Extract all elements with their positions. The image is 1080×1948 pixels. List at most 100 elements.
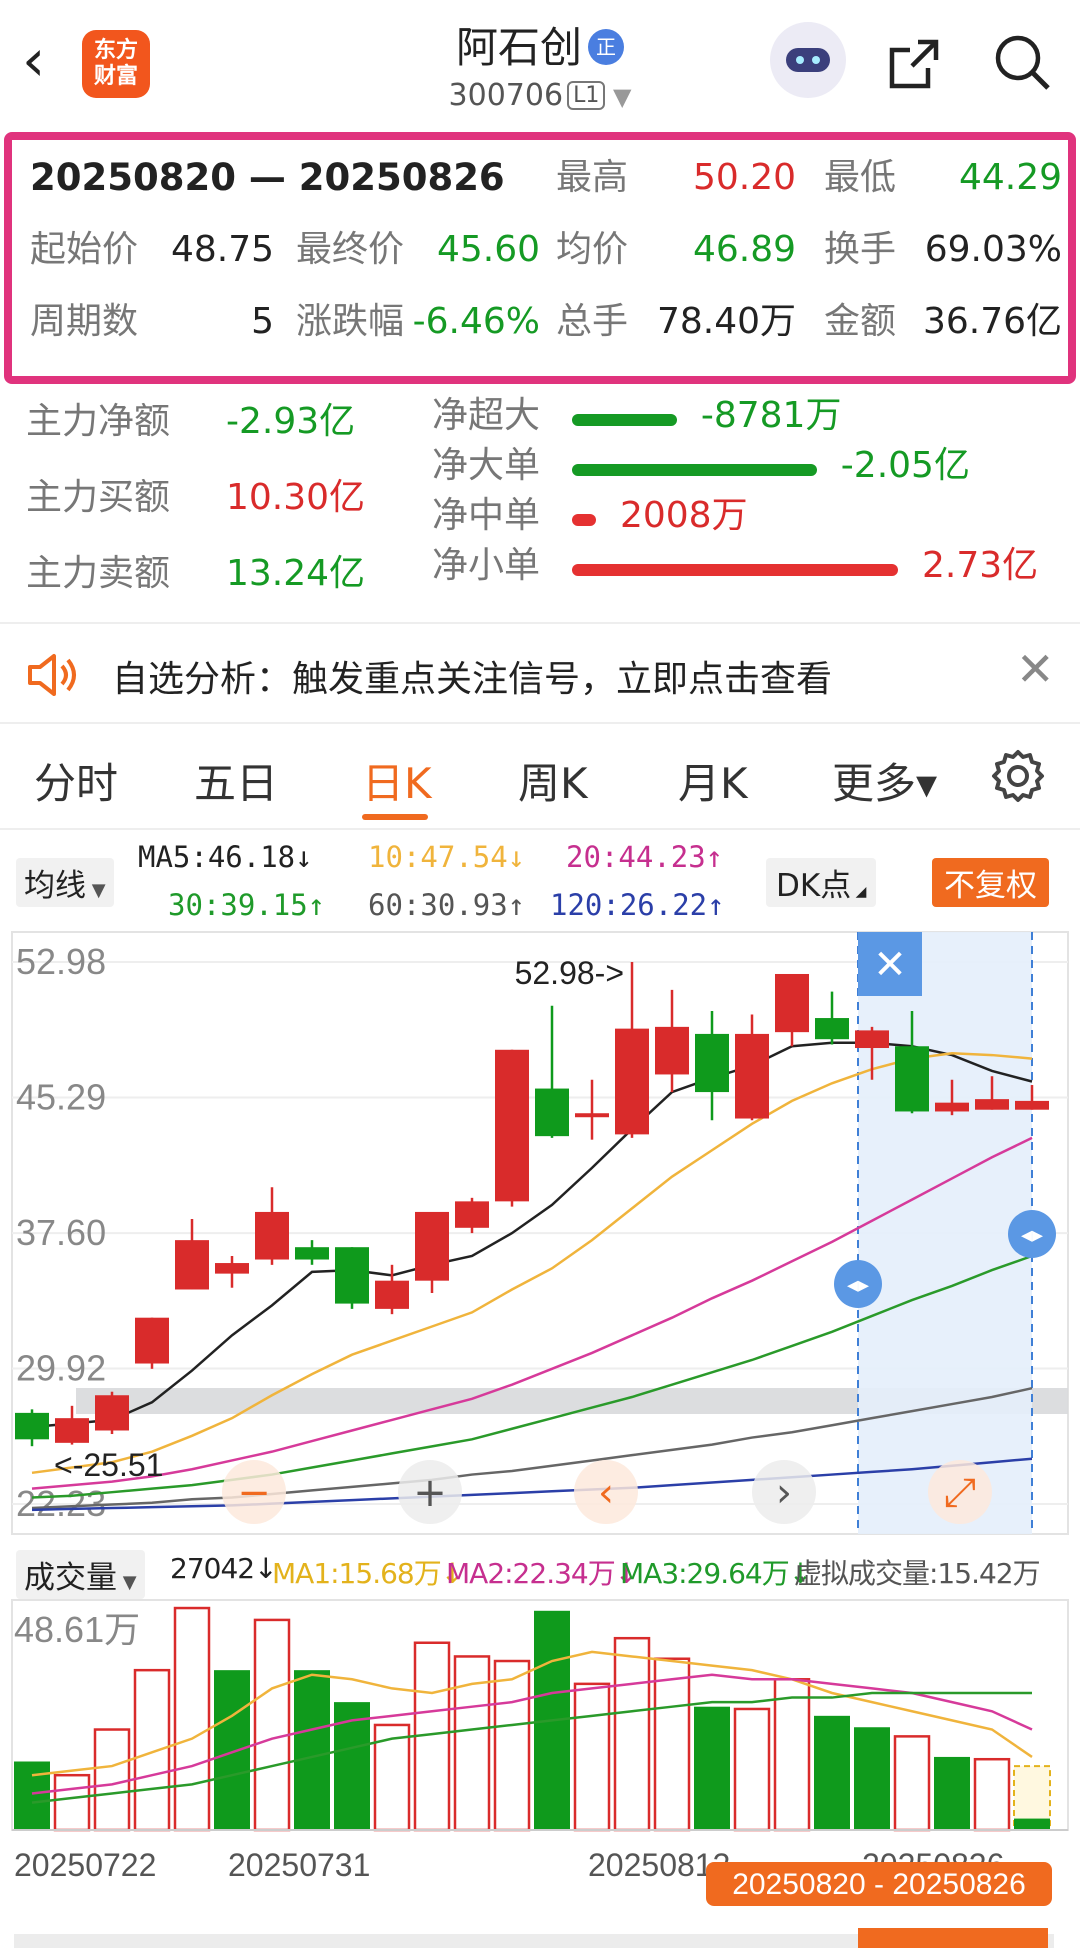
main-buy-value: 10.30亿 [226,477,366,518]
candle-body [495,1049,529,1202]
candle-body [95,1395,129,1431]
candle-body [375,1280,409,1309]
volume-value: 78.40万 [656,301,796,342]
active-tab-indicator [362,814,428,820]
range-scroller-thumb [858,1928,1048,1948]
volume-bar [973,1757,1011,1832]
search-icon[interactable] [990,30,1054,94]
tab-weekly-k[interactable]: 周K [518,750,588,811]
candle-body [855,1030,889,1049]
close-icon[interactable]: ✕ [1016,642,1055,696]
volume-bar [1014,1818,1050,1830]
speaker-icon [28,654,76,696]
share-icon[interactable] [884,34,944,94]
change-value: -6.46% [412,301,540,342]
ma-select[interactable]: 均线 ▼ [16,858,114,907]
volume-select-label: 成交量 [24,1560,117,1596]
notice-banner[interactable]: 自选分析：触发重点关注信号，立即点击查看 ✕ [0,622,1080,724]
ma60-value: 60:30.93↑ [368,888,526,922]
net-medium-value: 2008万 [619,495,748,536]
tab-five-day[interactable]: 五日 [194,750,278,811]
stock-code: 300706 [448,78,564,113]
candle-body [15,1412,49,1440]
avg-label: 均价 [556,229,629,270]
scroll-right-button-icon: › [776,1470,792,1516]
header: ‹ 东方 财富 阿石创正 300706 L1 ▼ [0,0,1080,128]
gear-icon[interactable] [990,748,1046,804]
date-range: 20250820 — 20250826 [30,156,505,199]
main-buy-label: 主力买额 [26,477,171,518]
volume-bar [93,1728,131,1832]
dk-point-button[interactable]: DK点 ◢ [766,858,877,907]
tab-intraday[interactable]: 分时 [34,750,118,811]
candle-body [455,1201,489,1228]
volume-bar [694,1706,730,1830]
main-net-value: -2.93亿 [226,401,356,442]
volume-bar [173,1606,211,1832]
candle-body [775,973,809,1033]
ma20-value: 20:44.23↑ [566,840,724,874]
high-value: 50.20 [692,157,796,198]
assistant-avatar-icon[interactable] [770,22,846,98]
volume-bar [733,1707,771,1832]
net-super-large-bar [572,414,677,426]
candle-body [895,1046,929,1112]
volume-chart[interactable]: 48.61万2025072220250731202508132025082620… [0,1598,1080,1948]
ma30-value: 30:39.15↑ [168,888,326,922]
low-label: 最低 [824,157,897,198]
candle-body [135,1317,169,1364]
close-icon: ✕ [873,942,907,988]
candle-body [1015,1100,1049,1110]
net-medium-label: 净中单 [432,495,541,536]
candle-body [575,1113,609,1118]
drag-handle-icon: ◂▸ [1021,1223,1043,1248]
net-small-bar [572,564,898,576]
candle-body [735,1033,769,1119]
period-summary-box: 20250820 — 20250826 最高 50.20 最低 44.29 起始… [4,132,1076,384]
net-super-large-value: -8781万 [700,395,842,436]
net-medium-bar [572,514,596,526]
tab-monthly-k[interactable]: 月K [678,750,748,811]
no-restore-button[interactable]: 不复权 [932,858,1049,907]
candle-body [55,1418,89,1443]
notice-text[interactable]: 自选分析：触发重点关注信号，立即点击查看 [112,650,832,702]
volume-bar [893,1735,931,1832]
y-tick-label: 52.98 [16,941,106,982]
dropdown-icon: ▼ [605,83,632,111]
zoom-in-button-icon: + [413,1470,447,1516]
y-tick-label: 37.60 [16,1212,106,1253]
net-large-label: 净大单 [432,445,541,486]
y-tick-label: 22.23 [16,1483,106,1524]
low-value: 44.29 [958,157,1062,198]
volume-bar [854,1727,890,1830]
candle-body [255,1211,289,1260]
open-label: 起始价 [30,229,139,270]
tab-more[interactable]: 更多▾ [832,750,937,811]
tab-daily-k[interactable]: 日K [362,750,432,811]
x-date-label: 20250731 [228,1847,370,1883]
candle-body [935,1102,969,1112]
volume-bar [493,1659,531,1832]
avg-value: 46.89 [692,229,796,270]
candle-body [175,1240,209,1290]
close-label: 最终价 [296,229,405,270]
turnover-label: 换手 [824,229,897,270]
volume-bar [14,1761,50,1830]
fund-flow-panel[interactable]: 主力净额 -2.93亿 主力买额 10.30亿 主力卖额 13.24亿 净超大 … [0,394,1080,622]
turnover-value: 69.03% [924,229,1062,270]
min-price-marker: <-25.51 [54,1447,163,1483]
volume-ma2: MA2:22.34万↓ [446,1557,638,1590]
candle-body [535,1088,569,1137]
net-large-value: -2.05亿 [840,445,970,486]
amount-label: 金额 [824,301,897,342]
periods-label: 周期数 [30,301,139,342]
volume-bar [573,1682,611,1832]
high-label: 最高 [556,157,629,198]
volume-max-label: 48.61万 [14,1609,140,1650]
kline-chart[interactable]: 52.98 45.29 37.60 29.92 22.23 52.98-> <-25.51 −… [0,930,1080,1540]
candle-body [695,1033,729,1093]
volume-select[interactable]: 成交量 ▼ [16,1550,145,1599]
chart-tabs: 分时 五日 日K 周K 月K 更多▾ [0,724,1080,830]
volume-bar [294,1670,330,1830]
ma10-value: 10:47.54↓ [368,840,526,874]
